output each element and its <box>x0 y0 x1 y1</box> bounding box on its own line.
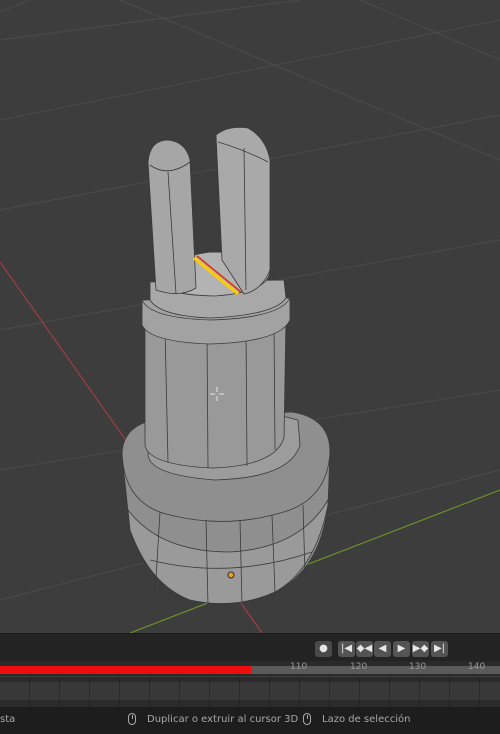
record-icon[interactable]: ● <box>315 641 332 657</box>
play-reverse-icon[interactable]: ◀ <box>374 641 391 657</box>
3d-viewport[interactable] <box>0 0 500 633</box>
ruler-tick: 140 <box>468 662 486 672</box>
status-left-text: sta <box>0 714 16 725</box>
status-hint-extrude: Duplicar o extruir al cursor 3D <box>147 714 299 725</box>
playback-progress-remaining <box>251 666 500 674</box>
ruler-tick: 130 <box>409 662 427 672</box>
ruler-tick: 120 <box>350 662 368 672</box>
mesh-object[interactable] <box>121 126 331 606</box>
prev-keyframe-icon[interactable]: ◆◀ <box>356 641 373 657</box>
jump-to-start-icon[interactable]: |◀ <box>338 641 355 657</box>
status-bar: sta Duplicar o extruir al cursor 3D Lazo… <box>0 707 500 734</box>
next-keyframe-icon[interactable]: ▶◆ <box>412 641 429 657</box>
mouse-icon <box>128 713 136 725</box>
jump-to-end-icon[interactable]: ▶| <box>431 641 448 657</box>
keyframe-channel[interactable] <box>0 682 500 700</box>
timeline-keyframe-area[interactable] <box>0 677 500 707</box>
viewport-canvas[interactable] <box>0 0 500 633</box>
play-icon[interactable]: ▶ <box>393 641 410 657</box>
mouse-icon <box>303 713 311 725</box>
status-hint-lasso: Lazo de selección <box>322 714 411 725</box>
object-origin-dot[interactable] <box>227 571 235 579</box>
playback-progress-bar <box>0 666 251 674</box>
timeline-header: ● |◀ ◆◀ ◀ ▶ ▶◆ ▶| <box>0 633 500 662</box>
ruler-tick: 110 <box>290 662 308 672</box>
